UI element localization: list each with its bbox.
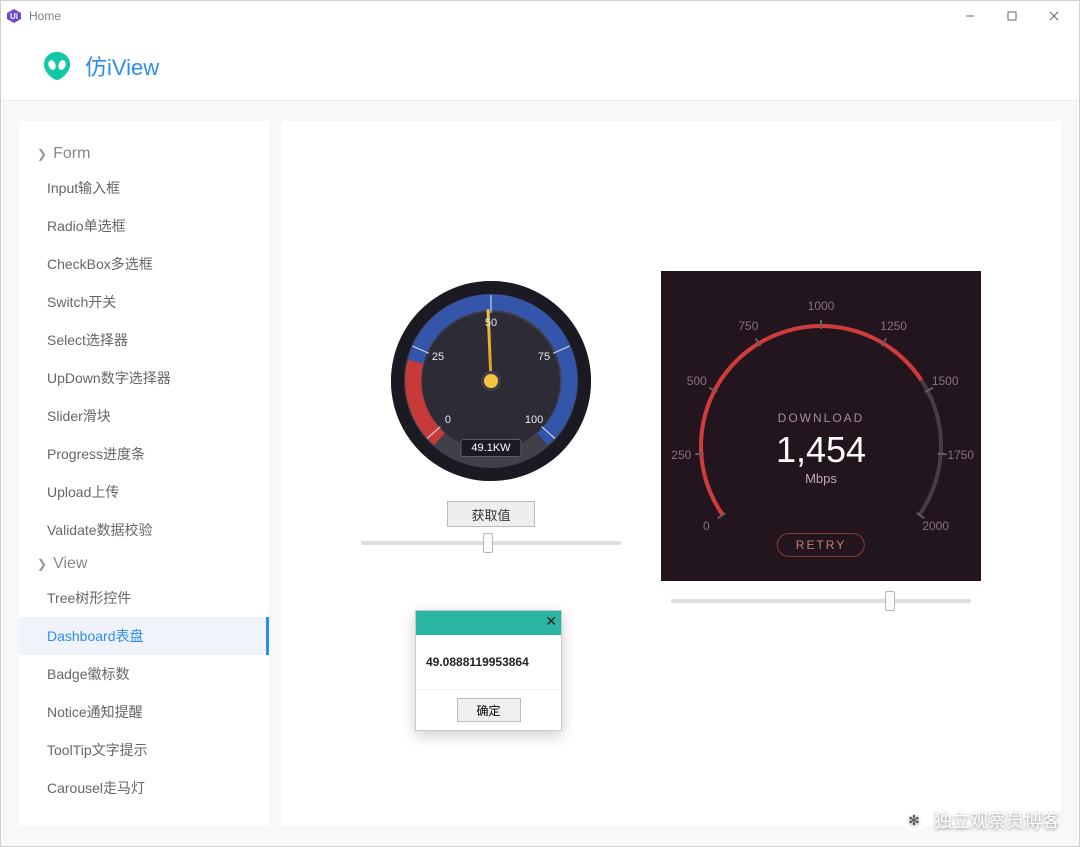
content-area: ❯ Form Input输入框 Radio单选框 CheckBox多选框 Swi… (1, 101, 1079, 846)
gauge-tick-label: 100 (525, 414, 543, 426)
sidebar-section-form[interactable]: ❯ Form (19, 139, 269, 169)
chevron-right-icon: ❯ (37, 557, 47, 571)
gauge-tick-label: 0 (703, 519, 710, 533)
gauge-download-column: 025050075010001250150017502000 DOWNLOAD … (661, 151, 981, 603)
main-panel: 49.1KW 0 25 50 75 100 获取值 0 250 500 750 1000 1250… (281, 121, 1061, 826)
slider-thumb[interactable] (483, 533, 493, 553)
gauge-tick-label: 1500 (932, 374, 959, 388)
section-label: Form (53, 145, 90, 163)
header: 仿iView (1, 31, 1079, 101)
chevron-right-icon: ❯ (37, 147, 47, 161)
gauge-tick-label: 250 (671, 448, 691, 462)
ok-button[interactable]: 确定 (457, 698, 521, 722)
sidebar-item-switch[interactable]: Switch开关 (19, 283, 269, 321)
sidebar-item-tooltip[interactable]: ToolTip文字提示 (19, 731, 269, 769)
gauge2-slider[interactable] (671, 599, 971, 603)
download-unit: Mbps (805, 471, 837, 486)
brand-title: 仿iView (85, 50, 159, 82)
close-button[interactable] (1033, 1, 1075, 31)
sidebar-item-notice[interactable]: Notice通知提醒 (19, 693, 269, 731)
gauge-value-badge: 49.1KW (460, 439, 521, 457)
dialog-message: 49.0888119953864 (416, 635, 561, 689)
gauge-tick-label: 75 (538, 351, 550, 363)
maximize-button[interactable] (991, 1, 1033, 31)
window-controls (949, 1, 1075, 31)
message-dialog: ✕ 49.0888119953864 确定 (415, 610, 562, 731)
sidebar-item-progress[interactable]: Progress进度条 (19, 435, 269, 473)
minimize-button[interactable] (949, 1, 991, 31)
alien-logo-icon (41, 50, 73, 82)
sidebar: ❯ Form Input输入框 Radio单选框 CheckBox多选框 Swi… (19, 121, 269, 826)
sidebar-item-select[interactable]: Select选择器 (19, 321, 269, 359)
gauge-tick-label: 50 (485, 317, 497, 329)
app-icon: Ui (5, 7, 23, 25)
get-value-button[interactable]: 获取值 (447, 501, 535, 527)
sidebar-item-upload[interactable]: Upload上传 (19, 473, 269, 511)
sidebar-item-dashboard[interactable]: Dashboard表盘 (19, 617, 269, 655)
gauge-tick-label: 1750 (947, 448, 974, 462)
watermark-text: 独立观察员博客 (934, 807, 1060, 833)
gauge-tick-label: 2000 (922, 519, 949, 533)
watermark: ✻ 独立观察员博客 (902, 807, 1060, 833)
gauge-power-column: 49.1KW 0 25 50 75 100 获取值 (361, 151, 621, 545)
sidebar-item-tree[interactable]: Tree树形控件 (19, 579, 269, 617)
sidebar-item-slider[interactable]: Slider滑块 (19, 397, 269, 435)
sidebar-item-badge[interactable]: Badge徽标数 (19, 655, 269, 693)
gauge-tick-label: 1250 (880, 319, 907, 333)
retry-button[interactable]: RETRY (777, 533, 865, 557)
gauge-tick-label: 25 (432, 351, 444, 363)
download-label: DOWNLOAD (778, 411, 865, 425)
dialog-footer: 确定 (416, 689, 561, 730)
dialog-header[interactable]: ✕ (416, 611, 561, 635)
sidebar-item-updown[interactable]: UpDown数字选择器 (19, 359, 269, 397)
wechat-icon: ✻ (902, 808, 926, 832)
gauge-tick-label: 0 (445, 414, 451, 426)
sidebar-section-view[interactable]: ❯ View (19, 549, 269, 579)
sidebar-item-carousel[interactable]: Carousel走马灯 (19, 769, 269, 807)
gauge1-slider[interactable] (361, 541, 621, 545)
gauge-tick-label: 750 (738, 319, 758, 333)
gauge-tick-label: 500 (687, 374, 707, 388)
gauge-hub (484, 374, 498, 388)
svg-text:Ui: Ui (10, 12, 18, 21)
window-title: Home (29, 9, 61, 23)
sidebar-item-radio[interactable]: Radio单选框 (19, 207, 269, 245)
titlebar: Ui Home (1, 1, 1079, 31)
gauge-tick-label: 1000 (808, 299, 835, 313)
gauge-download: 025050075010001250150017502000 DOWNLOAD … (661, 271, 981, 581)
gauge-power: 49.1KW 0 25 50 75 100 (391, 281, 591, 481)
sidebar-item-input[interactable]: Input输入框 (19, 169, 269, 207)
sidebar-item-checkbox[interactable]: CheckBox多选框 (19, 245, 269, 283)
download-value: 1,454 (776, 429, 866, 471)
section-label: View (53, 555, 87, 573)
slider-thumb[interactable] (885, 591, 895, 611)
close-icon[interactable]: ✕ (545, 613, 557, 630)
sidebar-item-validate[interactable]: Validate数据校验 (19, 511, 269, 549)
